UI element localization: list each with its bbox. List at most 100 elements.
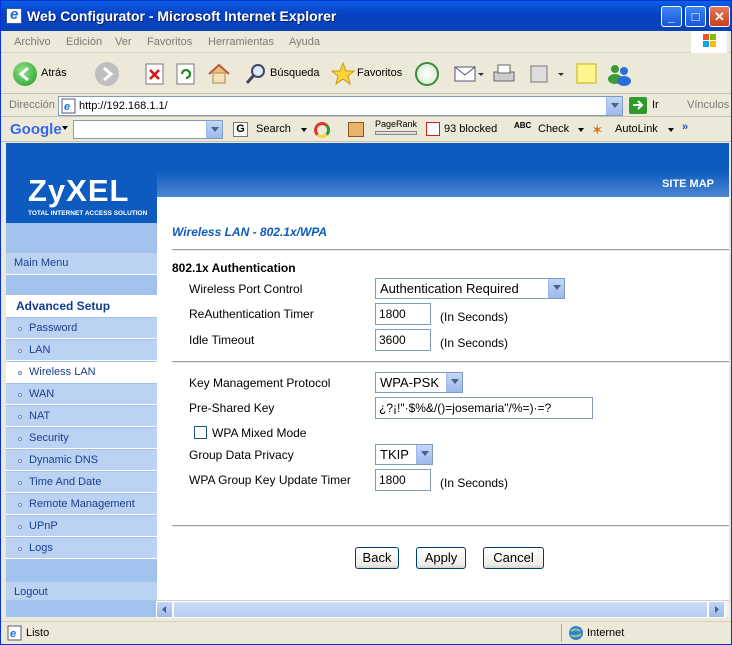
minimize-button[interactable]: _	[661, 6, 682, 27]
refresh-button[interactable]	[176, 62, 198, 86]
history-button[interactable]	[415, 62, 441, 86]
favorites-button[interactable]: Favoritos	[330, 61, 411, 86]
print-button[interactable]	[491, 62, 517, 86]
google-search-button[interactable]: Search	[256, 123, 291, 135]
zone-text: Internet	[587, 627, 625, 639]
sidebar-advanced-setup[interactable]: Advanced Setup	[6, 295, 157, 317]
bullet-icon	[18, 437, 22, 441]
idle-timeout-label: Idle Timeout	[189, 333, 255, 347]
site-map-link[interactable]: SITE MAP	[662, 178, 714, 190]
address-bar: Dirección e http://192.168.1.1/ Ir Víncu…	[1, 95, 731, 117]
kmp-select[interactable]: WPA-PSK	[375, 372, 463, 393]
google-search-dropdown-icon[interactable]	[206, 121, 222, 138]
address-dropdown-icon[interactable]	[606, 97, 622, 115]
search-button[interactable]: Búsqueda	[244, 62, 324, 86]
browser-window: Web Configurator - Microsoft Internet Ex…	[0, 0, 732, 645]
autolink-button[interactable]: AutoLink	[615, 123, 658, 135]
page-content: ZyXEL Total Internet Access Solution SIT…	[6, 143, 729, 600]
sidebar-item-nat[interactable]: NAT	[6, 406, 157, 427]
address-input[interactable]: e http://192.168.1.1/	[58, 96, 623, 116]
bullet-icon	[18, 415, 22, 419]
scroll-right-icon[interactable]	[708, 601, 725, 618]
mail-icon	[454, 66, 484, 82]
bullet-icon	[18, 503, 22, 507]
sidebar-item-lan[interactable]: LAN	[6, 340, 157, 361]
search-options-icon[interactable]	[301, 128, 307, 132]
search-icon	[245, 64, 265, 84]
home-button[interactable]	[206, 62, 232, 86]
reauth-timer-input[interactable]: 1800	[375, 303, 431, 325]
sidebar-item-dynamic-dns[interactable]: Dynamic DNS	[6, 450, 157, 471]
maximize-button[interactable]: □	[685, 6, 706, 27]
sidebar-main-menu[interactable]: Main Menu	[6, 253, 157, 275]
popup-blocked-count[interactable]: 93 blocked	[444, 123, 497, 135]
back-button[interactable]: Atrás	[9, 62, 79, 86]
sidebar-item-logs[interactable]: Logs	[6, 538, 157, 559]
scroll-thumb[interactable]	[173, 601, 708, 618]
menu-ayuda[interactable]: Ayuda	[289, 36, 320, 48]
idle-timeout-input[interactable]: 3600	[375, 329, 431, 351]
edit-button[interactable]	[529, 62, 569, 86]
messenger-icon	[608, 65, 631, 86]
messenger-button[interactable]	[606, 62, 634, 86]
horizontal-scrollbar[interactable]	[156, 600, 729, 618]
cancel-button[interactable]: Cancel	[483, 547, 544, 569]
notes-button[interactable]	[575, 62, 599, 86]
bullet-icon	[18, 371, 22, 375]
google-menu-icon[interactable]	[62, 126, 68, 130]
scroll-left-icon[interactable]	[156, 601, 173, 618]
mail-button[interactable]	[454, 62, 484, 86]
sidebar-item-time-and-date[interactable]: Time And Date	[6, 472, 157, 493]
forward-button[interactable]	[95, 62, 135, 86]
menu-archivo[interactable]: Archivo	[14, 36, 51, 48]
bullet-icon	[18, 393, 22, 397]
wpa-mixed-mode-checkbox[interactable]	[194, 426, 207, 439]
sidebar-item-wireless-lan[interactable]: Wireless LAN	[6, 362, 157, 383]
port-control-label: Wireless Port Control	[189, 282, 303, 296]
stop-button[interactable]	[145, 62, 167, 86]
note-icon	[576, 63, 597, 84]
google-news-icon[interactable]	[314, 122, 330, 138]
bullet-icon	[18, 525, 22, 529]
bookmark-icon[interactable]	[348, 122, 364, 137]
go-button[interactable]: Ir	[652, 99, 659, 111]
sidebar-item-password[interactable]: Password	[6, 318, 157, 339]
sidebar-item-wan[interactable]: WAN	[6, 384, 157, 405]
psk-input[interactable]: ¿?¡!"·$%&/()=josemaria"/%=)·=?	[375, 397, 593, 419]
close-button[interactable]: ✕	[709, 6, 730, 27]
printer-icon	[493, 64, 515, 82]
go-arrow-icon[interactable]	[629, 97, 647, 114]
links-label[interactable]: Vínculos	[687, 99, 729, 111]
gkut-input[interactable]: 1800	[375, 469, 431, 491]
divider	[172, 249, 729, 251]
wpa-mixed-mode-label: WPA Mixed Mode	[212, 426, 307, 440]
menu-edicion[interactable]: Edición	[66, 36, 102, 48]
port-control-select[interactable]: Authentication Required	[375, 278, 565, 299]
check-options-icon[interactable]	[578, 128, 584, 132]
menu-ver[interactable]: Ver	[115, 36, 132, 48]
bullet-icon	[18, 459, 22, 463]
divider	[172, 361, 729, 363]
more-chevron-icon[interactable]: »	[682, 121, 688, 133]
page-icon: e	[61, 98, 76, 114]
standard-toolbar: Atrás Búsqueda Favoritos	[1, 54, 731, 94]
psk-label: Pre-Shared Key	[189, 401, 275, 415]
sidebar-item-upnp[interactable]: UPnP	[6, 516, 157, 537]
address-label: Dirección	[9, 99, 55, 111]
sidebar-logout[interactable]: Logout	[6, 582, 157, 600]
spellcheck-button[interactable]: Check	[538, 123, 569, 135]
google-logo[interactable]: Google	[10, 121, 62, 138]
bullet-icon	[18, 327, 22, 331]
reauth-timer-label: ReAuthentication Timer	[189, 307, 314, 321]
menu-herramientas[interactable]: Herramientas	[208, 36, 274, 48]
gdp-select[interactable]: TKIP	[375, 444, 433, 465]
stop-icon	[145, 63, 164, 85]
apply-button[interactable]: Apply	[416, 547, 466, 569]
menu-favoritos[interactable]: Favoritos	[147, 36, 192, 48]
pagerank-bar	[375, 131, 417, 135]
sidebar-item-remote-management[interactable]: Remote Management	[6, 494, 157, 515]
back-form-button[interactable]: Back	[355, 547, 399, 569]
google-search-input[interactable]	[73, 120, 223, 139]
sidebar-item-security[interactable]: Security	[6, 428, 157, 449]
autolink-options-icon[interactable]	[668, 128, 674, 132]
